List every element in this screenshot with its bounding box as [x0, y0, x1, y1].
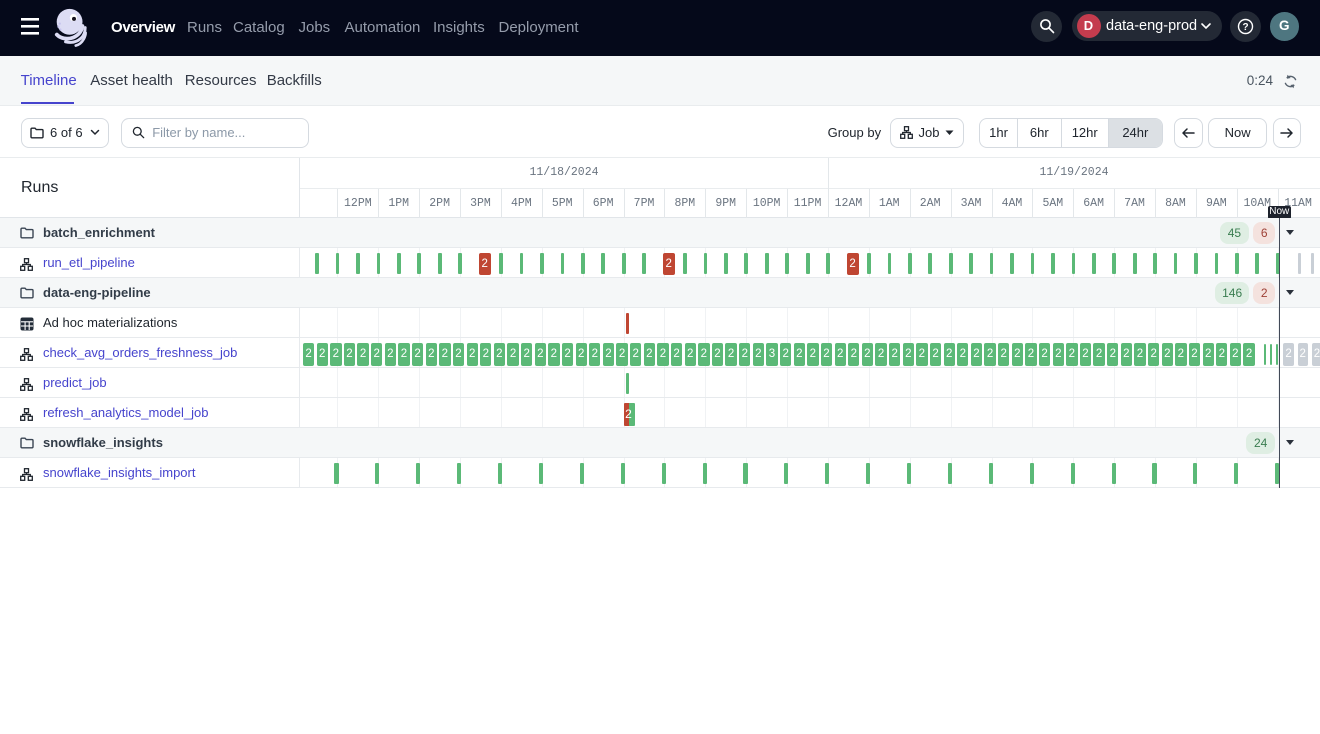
svg-text:?: ? [1242, 22, 1248, 33]
